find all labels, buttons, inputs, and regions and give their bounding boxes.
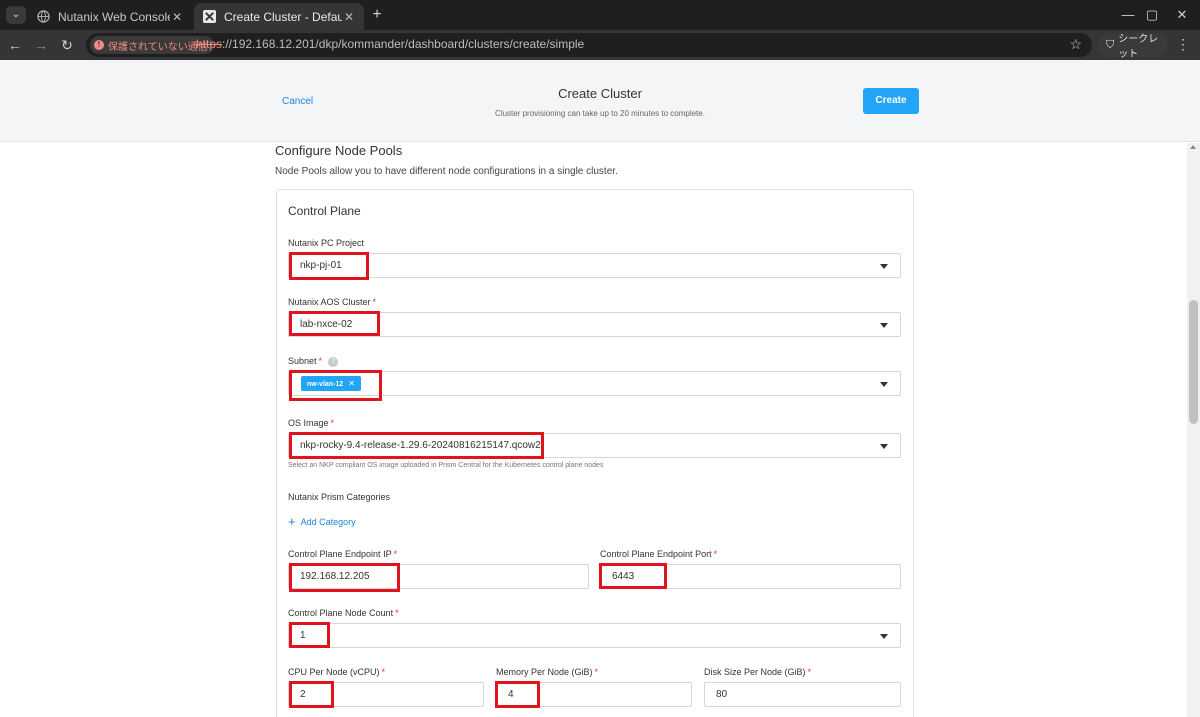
pc-project-value: nkp-pj-01 xyxy=(300,260,342,271)
tab-title: Nutanix Web Console xyxy=(58,9,170,24)
url-protocol: https xyxy=(196,37,223,51)
panel-title: Control Plane xyxy=(288,204,361,218)
back-arrow-icon[interactable]: ← xyxy=(6,36,24,54)
cpu-value: 2 xyxy=(300,689,306,700)
page-header: Cancel Create Cluster Cluster provisioni… xyxy=(0,60,1200,142)
browser-tab-strip: ⌄ Nutanix Web Console ✕ Create Cluster -… xyxy=(0,0,1200,30)
new-tab-plus-icon[interactable]: + xyxy=(368,5,386,25)
aos-cluster-value: lab-nxce-02 xyxy=(300,319,353,330)
endpoint-ip-input[interactable]: 192.168.12.205 xyxy=(288,564,589,589)
page-scrollbar[interactable] xyxy=(1187,143,1200,717)
tab-title: Create Cluster - Default Workspa xyxy=(224,9,342,24)
bookmark-star-icon[interactable]: ☆ xyxy=(1069,36,1082,53)
subnet-multiselect[interactable]: nw-vlan-12 ✕ xyxy=(288,371,901,396)
required-marker: * xyxy=(594,667,599,677)
browser-menu-icon[interactable]: ⋮ xyxy=(1176,36,1190,53)
disk-input[interactable]: 80 xyxy=(704,682,901,707)
subnet-tag[interactable]: nw-vlan-12 ✕ xyxy=(301,376,361,391)
dropdown-caret-icon xyxy=(880,382,888,387)
endpoint-ip-value: 192.168.12.205 xyxy=(300,571,370,582)
security-label: 保護されていない通信 xyxy=(108,41,208,53)
node-count-select[interactable]: 1 xyxy=(288,623,901,648)
prism-categories-label: Nutanix Prism Categories xyxy=(288,492,391,502)
required-marker: * xyxy=(381,667,386,677)
window-close-icon[interactable]: ✕ xyxy=(1164,0,1200,30)
reload-icon[interactable]: ↻ xyxy=(58,36,76,54)
incognito-icon: ⛉ xyxy=(1106,38,1115,51)
page-title: Create Cluster xyxy=(558,86,642,101)
incognito-badge[interactable]: ⛉ シークレット xyxy=(1098,33,1168,60)
cancel-button[interactable]: Cancel xyxy=(282,96,313,107)
required-marker: * xyxy=(372,297,377,307)
pc-project-label: Nutanix PC Project xyxy=(288,238,365,248)
required-marker: * xyxy=(395,608,399,618)
os-image-hint: Select an NKP compliant OS image uploade… xyxy=(288,462,604,469)
required-marker: * xyxy=(807,667,812,677)
endpoint-port-label: Control Plane Endpoint Port * xyxy=(600,549,718,559)
url-path: ://192.168.12.201/dkp/kommander/dashboar… xyxy=(222,37,585,51)
aos-cluster-select[interactable]: lab-nxce-02 xyxy=(288,312,901,337)
url-text[interactable]: https://192.168.12.201/dkp/kommander/das… xyxy=(196,37,584,51)
address-bar[interactable]: ! 保護されていない通信 https://192.168.12.201/dkp/… xyxy=(86,33,1092,57)
disk-value: 80 xyxy=(716,689,728,700)
plus-icon: + xyxy=(288,514,296,529)
tab-close-icon[interactable]: ✕ xyxy=(170,10,184,24)
tab-search-chevron-icon[interactable]: ⌄ xyxy=(6,6,26,24)
required-marker: * xyxy=(318,356,323,366)
section-title: Configure Node Pools xyxy=(275,143,403,158)
os-image-select[interactable]: nkp-rocky-9.4-release-1.29.6-20240816215… xyxy=(288,433,901,458)
required-marker: * xyxy=(330,418,335,428)
aos-cluster-label: Nutanix AOS Cluster * xyxy=(288,297,377,307)
dropdown-caret-icon xyxy=(880,634,888,639)
remove-tag-icon[interactable]: ✕ xyxy=(348,379,355,388)
subnet-label: Subnet *? xyxy=(288,356,339,367)
endpoint-port-input[interactable]: 6443 xyxy=(600,564,901,589)
required-marker: * xyxy=(393,549,398,559)
add-category-label: Add Category xyxy=(300,517,356,527)
section-description: Node Pools allow you to have different n… xyxy=(275,166,618,177)
dropdown-caret-icon xyxy=(880,323,888,328)
add-category-button[interactable]: + Add Category xyxy=(288,514,356,529)
memory-value: 4 xyxy=(508,689,514,700)
warning-icon: ! xyxy=(94,40,104,50)
page-subtitle: Cluster provisioning can take up to 20 m… xyxy=(495,109,705,118)
tab-create-cluster[interactable]: Create Cluster - Default Workspa ✕ xyxy=(194,3,364,30)
endpoint-ip-label: Control Plane Endpoint IP * xyxy=(288,549,398,559)
scroll-up-arrow-icon[interactable] xyxy=(1190,145,1196,149)
cpu-input[interactable]: 2 xyxy=(288,682,484,707)
memory-input[interactable]: 4 xyxy=(496,682,692,707)
endpoint-port-value: 6443 xyxy=(612,571,635,582)
cpu-label: CPU Per Node (vCPU) * xyxy=(288,667,386,677)
node-count-value: 1 xyxy=(300,630,306,641)
pc-project-select[interactable]: nkp-pj-01 xyxy=(288,253,901,278)
forward-arrow-icon[interactable]: → xyxy=(32,36,50,54)
os-image-value: nkp-rocky-9.4-release-1.29.6-20240816215… xyxy=(300,440,541,451)
required-marker: * xyxy=(713,549,718,559)
dropdown-caret-icon xyxy=(880,444,888,449)
globe-icon xyxy=(36,10,50,24)
disk-label: Disk Size Per Node (GiB) * xyxy=(704,667,812,677)
create-button[interactable]: Create xyxy=(863,88,919,114)
incognito-label: シークレット xyxy=(1118,34,1159,60)
dropdown-caret-icon xyxy=(880,264,888,269)
os-image-label: OS Image * xyxy=(288,418,335,428)
browser-toolbar: ← → ↻ ! 保護されていない通信 https://192.168.12.20… xyxy=(0,30,1200,60)
memory-label: Memory Per Node (GiB) * xyxy=(496,667,599,677)
node-count-label: Control Plane Node Count * xyxy=(288,608,399,618)
tab-close-icon[interactable]: ✕ xyxy=(342,10,356,24)
tab-nutanix-web-console[interactable]: Nutanix Web Console ✕ xyxy=(28,3,192,30)
scrollbar-thumb[interactable] xyxy=(1189,300,1198,424)
help-question-icon[interactable]: ? xyxy=(328,356,339,367)
nutanix-logo-icon xyxy=(202,10,216,24)
